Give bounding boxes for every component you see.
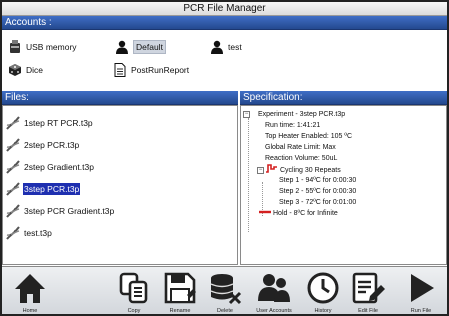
file-item-selected[interactable]: 3step PCR.t3p [5, 180, 81, 198]
file-label: 2step PCR.t3p [24, 140, 80, 150]
tree-node-step2: Step 2 - 55ºC for 0:00:30 [279, 186, 356, 197]
user-accounts-label: User Accounts [256, 308, 292, 314]
specification-header: Specification: [240, 91, 447, 105]
delete-label: Delete [217, 308, 233, 314]
history-button[interactable]: History [299, 267, 347, 315]
users-icon [258, 274, 290, 302]
run-file-label: Run File [410, 308, 432, 314]
copy-icon [119, 272, 148, 304]
home-label: Home [22, 308, 38, 314]
spec-reaction-volume: Reaction Volume: 50uL [265, 155, 338, 162]
tree-node-global-rate: Global Rate Limit: Max [265, 142, 336, 153]
tree-node-step1: Step 1 - 94ºC for 0:00:30 [279, 175, 356, 186]
specification-tree[interactable]: − Experiment - 3step PCR.t3p Run time: 1… [240, 105, 447, 265]
dna-icon [6, 226, 20, 240]
document-icon [113, 63, 127, 77]
file-item[interactable]: 2step PCR.t3p [5, 136, 80, 154]
tree-node-run-time: Run time: 1:41:21 [265, 120, 320, 131]
user-accounts-button[interactable]: User Accounts [250, 267, 298, 315]
run-file-button[interactable]: Run File [397, 267, 445, 315]
files-list[interactable]: 1step RT PCR.t3p 2step PCR.t3p 2step Gra… [2, 105, 238, 265]
delete-database-icon [210, 274, 242, 305]
spec-hold: Hold - 8ºC for Infinite [273, 210, 338, 217]
edit-file-label: Edit File [358, 308, 378, 314]
dna-icon [6, 182, 20, 196]
window-title: PCR File Manager [2, 2, 447, 16]
dna-icon [6, 160, 20, 174]
copy-button[interactable]: Copy [110, 267, 158, 315]
tree-node-reaction-volume: Reaction Volume: 50uL [265, 153, 337, 164]
collapse-toggle[interactable]: − [243, 111, 250, 118]
rename-button[interactable]: Rename [156, 267, 204, 315]
accounts-header: Accounts : [2, 16, 447, 30]
edit-document-icon [352, 272, 385, 304]
tree-node-hold: Hold - 8ºC for Infinite [259, 208, 338, 219]
dice-icon [8, 63, 22, 77]
history-label: History [314, 308, 332, 314]
file-label: 3step PCR.t3p [23, 183, 81, 195]
account-usb-memory[interactable]: USB memory [8, 39, 77, 55]
account-default[interactable]: Default [115, 39, 166, 55]
accounts-panel: USB memory Default test Dice PostRunRepo… [2, 30, 447, 90]
spec-step3: Step 3 - 72ºC for 0:01:00 [279, 199, 357, 206]
tree-node-step3: Step 3 - 72ºC for 0:01:00 [279, 197, 356, 208]
spec-experiment: Experiment - 3step PCR.t3p [258, 111, 346, 118]
home-button[interactable]: Home [6, 267, 54, 315]
clock-icon [307, 272, 339, 304]
account-label: PostRunReport [131, 65, 190, 75]
file-item[interactable]: 1step RT PCR.t3p [5, 114, 94, 132]
file-label: 2step Gradient.t3p [24, 162, 94, 172]
cycling-icon [266, 164, 278, 177]
home-icon [15, 274, 45, 303]
file-item[interactable]: test.t3p [5, 224, 53, 242]
dna-icon [6, 116, 20, 130]
spec-top-heater: Top Heater Enabled: 105 ºC [265, 133, 353, 140]
account-label: USB memory [26, 42, 77, 52]
file-item[interactable]: 2step Gradient.t3p [5, 158, 95, 176]
rename-label: Rename [169, 308, 191, 314]
account-test[interactable]: test [210, 39, 242, 55]
dna-icon [6, 138, 20, 152]
tree-node-experiment[interactable]: − Experiment - 3step PCR.t3p [243, 109, 345, 120]
file-label: test.t3p [24, 228, 52, 238]
tree-node-top-heater: Top Heater Enabled: 105 ºC [265, 131, 352, 142]
account-label: test [228, 42, 242, 52]
spec-step2: Step 2 - 55ºC for 0:00:30 [279, 188, 357, 195]
file-item[interactable]: 3step PCR Gradient.t3p [5, 202, 115, 220]
account-dice[interactable]: Dice [8, 62, 43, 78]
spec-run-time: Run time: 1:41:21 [265, 122, 321, 129]
usb-memory-icon [8, 40, 22, 54]
spec-step1: Step 1 - 94ºC for 0:00:30 [279, 177, 357, 184]
file-label: 1step RT PCR.t3p [24, 118, 93, 128]
tree-connector [248, 118, 249, 232]
copy-label: Copy [127, 308, 141, 314]
account-label: Default [133, 40, 166, 54]
account-label: Dice [26, 65, 44, 75]
dna-icon [6, 204, 20, 218]
hold-icon [259, 208, 271, 219]
delete-button[interactable]: Delete [201, 267, 249, 315]
user-icon [210, 40, 224, 54]
account-postrunreport[interactable]: PostRunReport [113, 62, 189, 78]
bottom-toolbar: Home Copy Rename Delete User Accounts Hi… [2, 266, 447, 314]
file-label: 3step PCR Gradient.t3p [24, 206, 115, 216]
spec-global-rate: Global Rate Limit: Max [265, 144, 336, 151]
save-disk-icon [164, 272, 196, 304]
user-icon [115, 40, 129, 54]
files-header: Files: [2, 91, 238, 105]
play-icon [411, 274, 434, 302]
edit-file-button[interactable]: Edit File [344, 267, 392, 315]
collapse-toggle[interactable]: − [257, 167, 264, 174]
